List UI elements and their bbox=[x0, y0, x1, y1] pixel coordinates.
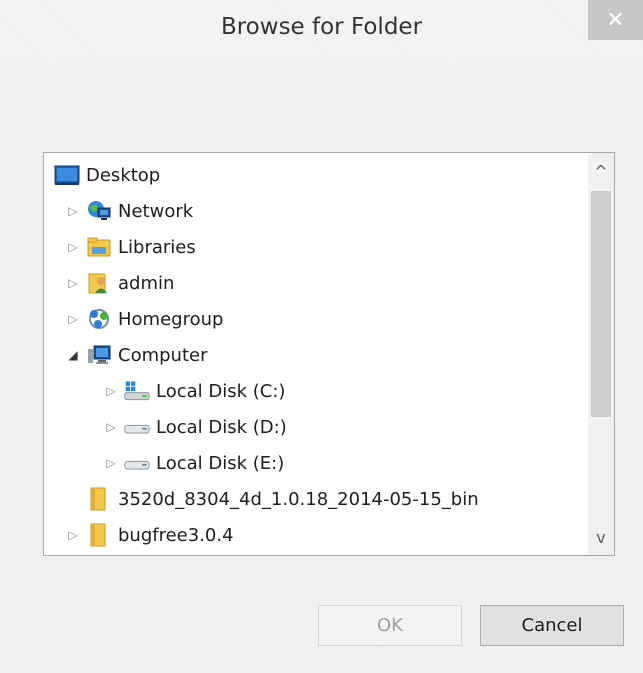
expand-arrow-icon[interactable]: ▷ bbox=[66, 240, 80, 254]
system-drive-icon bbox=[124, 378, 150, 404]
tree-item-label: Desktop bbox=[86, 164, 161, 186]
user-folder-icon bbox=[86, 270, 112, 296]
expand-arrow-icon[interactable]: ▷ bbox=[104, 456, 118, 470]
tree-item-label: admin bbox=[118, 272, 175, 294]
tree-item-folder-3520d[interactable]: 3520d_8304_4d_1.0.18_2014-05-15_bin bbox=[86, 481, 479, 517]
tree-item-network[interactable]: ▷ Network bbox=[66, 193, 193, 229]
drive-icon bbox=[124, 450, 150, 476]
expand-arrow-icon[interactable]: ▷ bbox=[66, 312, 80, 326]
expand-arrow-icon[interactable]: ▷ bbox=[104, 384, 118, 398]
scroll-thumb[interactable] bbox=[591, 191, 611, 417]
tree-item-local-disk-d[interactable]: ▷ Local Disk (D:) bbox=[104, 409, 287, 445]
tree-item-label: Network bbox=[118, 200, 194, 222]
tree-item-label: Computer bbox=[118, 344, 208, 366]
tree-item-label: bugfree3.0.4 bbox=[118, 524, 234, 546]
tree-item-homegroup[interactable]: ▷ Homegroup bbox=[66, 301, 223, 337]
close-button[interactable]: ✕ bbox=[588, 0, 643, 40]
tree-item-label: Libraries bbox=[118, 236, 196, 258]
tree-item-admin[interactable]: ▷ admin bbox=[66, 265, 174, 301]
tree-item-label: 3520d_8304_4d_1.0.18_2014-05-15_bin bbox=[118, 488, 479, 510]
folder-icon bbox=[86, 522, 112, 548]
close-icon: ✕ bbox=[606, 7, 625, 33]
chevron-up-icon: ^ bbox=[594, 161, 608, 181]
cancel-button[interactable]: Cancel bbox=[480, 605, 624, 646]
tree-item-label: Local Disk (D:) bbox=[156, 416, 287, 438]
network-icon bbox=[86, 198, 112, 224]
title-bar[interactable]: Browse for Folder ✕ bbox=[0, 0, 643, 62]
tree-item-libraries[interactable]: ▷ Libraries bbox=[66, 229, 196, 265]
folder-tree[interactable]: Desktop ▷ Network ▷ Libraries ▷ admin ▷ … bbox=[43, 152, 615, 556]
tree-item-desktop[interactable]: Desktop bbox=[54, 157, 160, 193]
folder-icon bbox=[86, 486, 112, 512]
computer-icon bbox=[86, 342, 112, 368]
expand-arrow-icon[interactable]: ▷ bbox=[66, 276, 80, 290]
ok-button[interactable]: OK bbox=[318, 605, 462, 646]
chevron-down-icon: v bbox=[596, 527, 606, 547]
browse-for-folder-dialog: Browse for Folder ✕ Desktop ▷ Network ▷ … bbox=[0, 0, 643, 673]
drive-icon bbox=[124, 414, 150, 440]
vertical-scrollbar[interactable]: ^ v bbox=[588, 153, 614, 555]
collapse-arrow-icon[interactable]: ◢ bbox=[66, 348, 80, 362]
tree-item-label: Local Disk (C:) bbox=[156, 380, 286, 402]
tree-item-local-disk-c[interactable]: ▷ Local Disk (C:) bbox=[104, 373, 285, 409]
desktop-icon bbox=[54, 162, 80, 188]
scroll-up-button[interactable]: ^ bbox=[588, 153, 614, 189]
tree-item-label: Homegroup bbox=[118, 308, 224, 330]
expand-arrow-icon[interactable]: ▷ bbox=[104, 420, 118, 434]
tree-item-label: Local Disk (E:) bbox=[156, 452, 285, 474]
expand-arrow-icon[interactable]: ▷ bbox=[66, 528, 80, 542]
tree-item-local-disk-e[interactable]: ▷ Local Disk (E:) bbox=[104, 445, 284, 481]
tree-item-computer[interactable]: ◢ Computer bbox=[66, 337, 207, 373]
libraries-icon bbox=[86, 234, 112, 260]
scroll-down-button[interactable]: v bbox=[588, 519, 614, 555]
tree-item-folder-bugfree[interactable]: ▷ bugfree3.0.4 bbox=[66, 517, 234, 553]
homegroup-icon bbox=[86, 306, 112, 332]
dialog-title: Browse for Folder bbox=[220, 14, 423, 40]
expand-arrow-icon[interactable]: ▷ bbox=[66, 204, 80, 218]
